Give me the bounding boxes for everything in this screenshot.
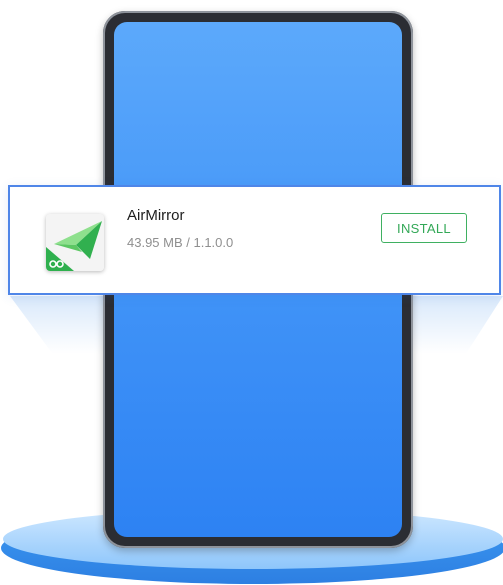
app-size-version: 43.95 MB / 1.1.0.0 [127,235,234,250]
install-button[interactable]: INSTALL [381,213,467,243]
app-install-card: AirMirror 43.95 MB / 1.1.0.0 INSTALL [8,185,501,295]
app-name: AirMirror [127,207,185,224]
airmirror-icon [46,214,104,271]
